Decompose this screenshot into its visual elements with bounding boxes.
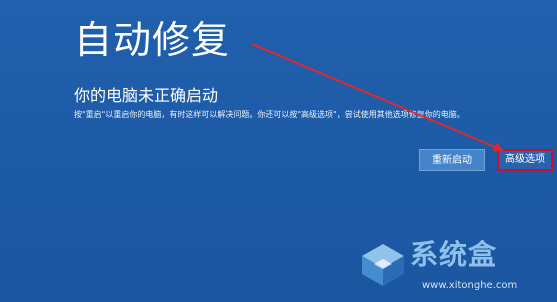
- advanced-options-button[interactable]: 高级选项: [497, 149, 553, 171]
- cube-logo-icon: [362, 244, 404, 286]
- watermark-url: www.xitonghe.com: [422, 280, 518, 291]
- help-text: 按"重启"以重启你的电脑，有时这样可以解决问题。你还可以按"高级选项"，尝试使用…: [74, 110, 465, 119]
- site-watermark: 系统盒 www.xitonghe.com: [360, 236, 550, 298]
- page-title: 自动修复: [74, 18, 231, 62]
- recovery-screen: 自动修复 你的电脑未正确启动 按"重启"以重启你的电脑，有时这样可以解决问题。你…: [0, 0, 557, 302]
- watermark-brand: 系统盒: [410, 238, 498, 271]
- error-heading: 你的电脑未正确启动: [74, 86, 219, 105]
- restart-button[interactable]: 重新启动: [419, 149, 485, 171]
